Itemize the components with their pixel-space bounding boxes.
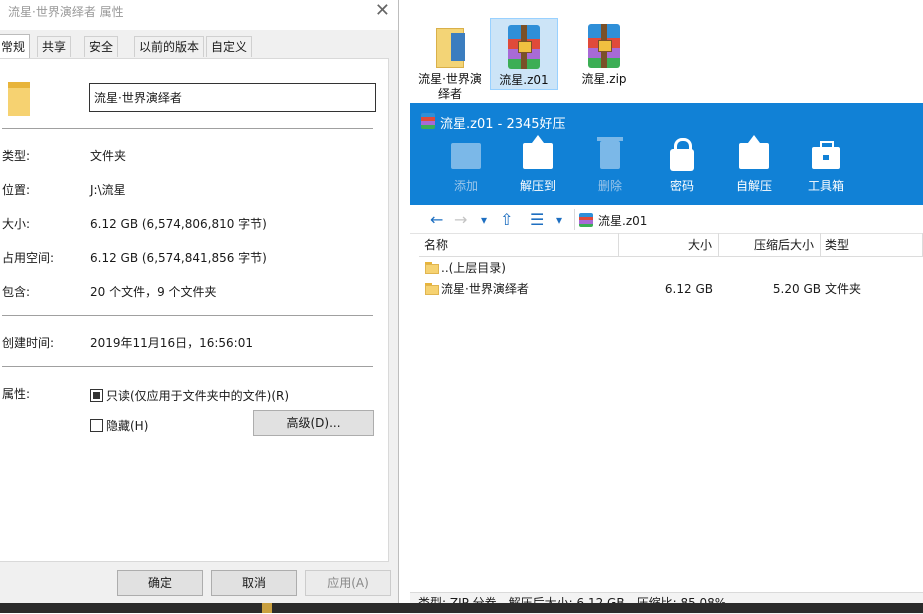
contains-value: 20 个文件，9 个文件夹 bbox=[90, 285, 217, 299]
general-panel bbox=[0, 58, 389, 562]
folder-name-input[interactable]: 流星·世界演绎者 bbox=[89, 83, 376, 112]
toolbox-icon bbox=[808, 135, 844, 173]
divider bbox=[2, 128, 373, 129]
column-header-name[interactable]: 名称 bbox=[419, 233, 619, 257]
extract-icon bbox=[520, 135, 556, 173]
size-label: 大小: bbox=[2, 217, 31, 231]
password-button[interactable]: 密码 bbox=[652, 135, 712, 194]
ok-button[interactable]: 确定 bbox=[117, 570, 203, 596]
column-header-size[interactable]: 大小 bbox=[619, 233, 719, 257]
advanced-button[interactable]: 高级(D)... bbox=[253, 410, 374, 436]
toolbox-button[interactable]: 工具箱 bbox=[796, 135, 856, 194]
back-arrow-icon[interactable]: ← bbox=[430, 210, 443, 229]
size-on-disk-value: 6.12 GB (6,574,841,856 字节) bbox=[90, 251, 267, 265]
row-name: ..(上层目录) bbox=[441, 261, 506, 275]
cancel-button[interactable]: 取消 bbox=[211, 570, 297, 596]
divider bbox=[2, 315, 373, 316]
size-on-disk-label: 占用空间: bbox=[2, 251, 55, 265]
created-value: 2019年11月16日，16:56:01 bbox=[90, 336, 253, 350]
readonly-label[interactable]: 只读(仅应用于文件夹中的文件)(R) bbox=[106, 387, 289, 404]
address-bar[interactable]: 流星.z01 bbox=[574, 209, 923, 230]
extract-to-button[interactable]: 解压到 bbox=[508, 135, 568, 194]
view-list-icon[interactable]: ☰ bbox=[530, 210, 544, 229]
toolbox-label: 工具箱 bbox=[807, 179, 844, 193]
extract-to-label: 解压到 bbox=[519, 179, 556, 193]
lock-icon bbox=[664, 135, 700, 173]
hidden-checkbox[interactable] bbox=[90, 419, 103, 432]
password-label: 密码 bbox=[669, 179, 694, 193]
folder-icon bbox=[8, 80, 30, 116]
dialog-titlebar[interactable]: 流星·世界演绎者 属性 ✕ bbox=[0, 0, 398, 30]
row-size: 6.12 GB bbox=[664, 282, 713, 296]
archive-window: 流星.z01 - 2345好压 添加 解压到 删除 密码 自解压 工具箱 ← →… bbox=[410, 103, 923, 614]
folder-name-value: 流星·世界演绎者 bbox=[94, 91, 182, 105]
self-extract-label: 自解压 bbox=[735, 179, 772, 193]
taskbar-strip bbox=[0, 603, 923, 613]
desktop-icon-folder[interactable]: 流星·世界演绎者 bbox=[417, 18, 483, 102]
winrar-archive-icon bbox=[584, 22, 624, 70]
row-type: 文件夹 bbox=[825, 282, 862, 296]
tab-general[interactable]: 常规 bbox=[0, 34, 31, 59]
recycle-bin-icon bbox=[592, 135, 628, 173]
forward-arrow-icon[interactable]: → bbox=[454, 210, 467, 229]
winrar-archive-icon bbox=[504, 23, 544, 71]
winrar-archive-icon bbox=[579, 213, 593, 227]
hidden-label[interactable]: 隐藏(H) bbox=[106, 417, 148, 434]
readonly-checkbox[interactable] bbox=[90, 389, 103, 402]
column-header-type[interactable]: 类型 bbox=[821, 233, 923, 257]
attributes-label: 属性: bbox=[2, 387, 31, 401]
self-extract-icon bbox=[736, 135, 772, 173]
archive-toolbar: 流星.z01 - 2345好压 添加 解压到 删除 密码 自解压 工具箱 bbox=[410, 103, 923, 205]
created-label: 创建时间: bbox=[2, 336, 55, 350]
column-header-packed[interactable]: 压缩后大小 bbox=[719, 233, 821, 257]
tab-sharing[interactable]: 共享 bbox=[37, 36, 72, 57]
table-row[interactable]: 流星·世界演绎者 6.12 GB 5.20 GB 文件夹 bbox=[419, 279, 923, 299]
tab-customize[interactable]: 自定义 bbox=[206, 36, 253, 57]
tab-security[interactable]: 安全 bbox=[84, 36, 119, 57]
location-label: 位置: bbox=[2, 183, 31, 197]
properties-dialog: 流星·世界演绎者 属性 ✕ 常规 共享 安全 以前的版本 自定义 流星·世界演绎… bbox=[0, 0, 399, 613]
desktop-icon-label: 流星.zip bbox=[581, 72, 627, 86]
desktop-icon-z01[interactable]: 流星.z01 bbox=[490, 18, 558, 90]
up-folder-icon[interactable]: ⇧ bbox=[500, 210, 513, 229]
type-value: 文件夹 bbox=[90, 149, 127, 163]
address-text: 流星.z01 bbox=[598, 214, 648, 228]
chevron-down-icon[interactable]: ▾ bbox=[481, 213, 487, 227]
contains-label: 包含: bbox=[2, 285, 31, 299]
archive-window-title: 流星.z01 - 2345好压 bbox=[440, 117, 566, 132]
self-extract-button[interactable]: 自解压 bbox=[724, 135, 784, 194]
size-value: 6.12 GB (6,574,806,810 字节) bbox=[90, 217, 267, 231]
table-row[interactable]: ..(上层目录) bbox=[419, 258, 923, 278]
folder-icon bbox=[425, 283, 439, 295]
chevron-down-icon[interactable]: ▾ bbox=[556, 213, 562, 227]
type-label: 类型: bbox=[2, 149, 31, 163]
navigation-bar: ← → ▾ ⇧ ☰ ▾ 流星.z01 bbox=[410, 207, 923, 234]
desktop-icon-label: 流星·世界演绎者 bbox=[418, 72, 482, 101]
row-packed-size: 5.20 GB bbox=[772, 282, 821, 296]
add-label: 添加 bbox=[453, 179, 478, 193]
add-icon bbox=[448, 135, 484, 173]
tab-previous-versions[interactable]: 以前的版本 bbox=[134, 36, 205, 57]
dialog-tabs: 常规 共享 安全 以前的版本 自定义 bbox=[0, 34, 398, 59]
delete-label: 删除 bbox=[597, 179, 622, 193]
delete-button[interactable]: 删除 bbox=[580, 135, 640, 194]
location-value: J:\流星 bbox=[90, 183, 126, 197]
apply-button[interactable]: 应用(A) bbox=[305, 570, 391, 596]
winrar-archive-icon bbox=[421, 113, 435, 129]
dialog-title: 流星·世界演绎者 属性 bbox=[8, 5, 124, 19]
close-icon[interactable]: ✕ bbox=[375, 0, 390, 21]
divider bbox=[2, 366, 373, 367]
folder-icon bbox=[425, 262, 439, 274]
desktop-icon-zip[interactable]: 流星.zip bbox=[571, 18, 637, 87]
folder-icon bbox=[430, 22, 470, 70]
add-button[interactable]: 添加 bbox=[436, 135, 496, 194]
desktop-icon-label: 流星.z01 bbox=[499, 73, 549, 87]
row-name: 流星·世界演绎者 bbox=[441, 282, 529, 296]
